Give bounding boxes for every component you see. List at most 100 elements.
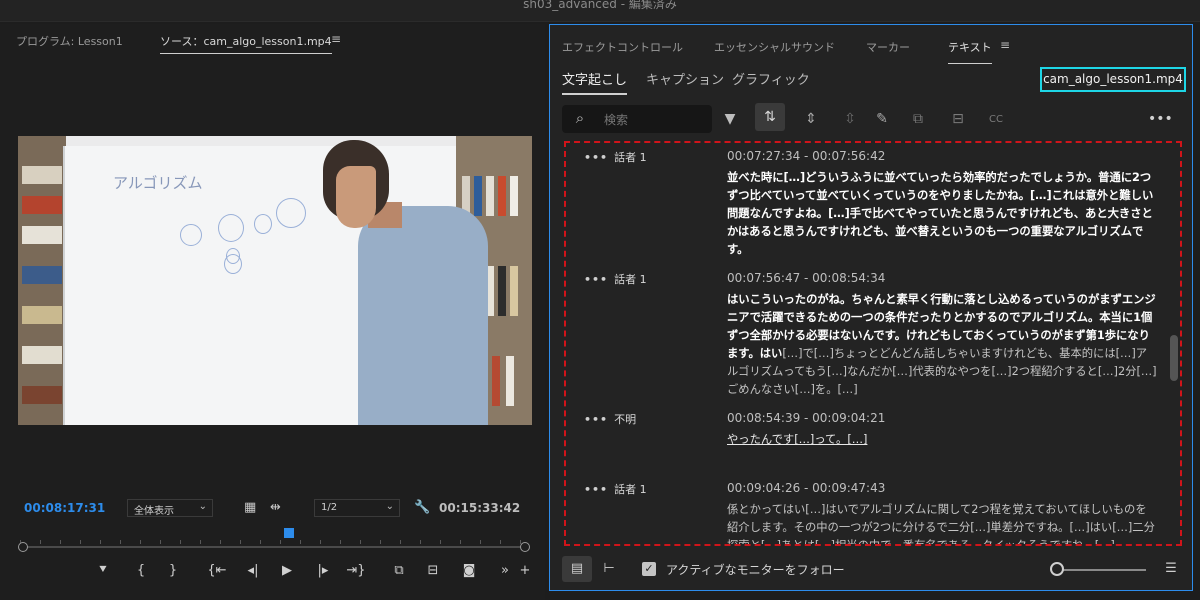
segment-time: 00:09:04:26 - 00:09:47:43 xyxy=(727,481,886,495)
segment-text[interactable]: 並べた時に[…]どういうふうに並べていったら効率的だったでしょうか。普通に2つず… xyxy=(727,169,1157,259)
segment-text-upcoming: […]で[…]ちょっとどんどん話しちゃいますけれども、基本的には[…]アルゴリズ… xyxy=(727,347,1157,396)
collapse-segments-icon[interactable]: ⇳ xyxy=(840,111,860,127)
add-button-icon[interactable]: + xyxy=(514,563,536,578)
source-monitor-panel: プログラム: Lesson1 ソース：cam_algo_lesson1.mp4 … xyxy=(0,24,545,600)
duration-timecode: 00:15:33:42 xyxy=(439,501,521,515)
whiteboard-circle xyxy=(218,214,244,242)
create-captions-icon[interactable]: CC xyxy=(986,114,1006,125)
speaker-name: 話者 1 xyxy=(614,151,647,164)
overwrite-icon[interactable]: ⊟ xyxy=(422,563,444,578)
insert-clip-icon[interactable]: ⧉ xyxy=(908,111,928,127)
play-icon[interactable]: ▶ xyxy=(276,563,298,578)
mark-in-icon[interactable]: { xyxy=(130,563,152,578)
text-panel-tabs: エフェクトコントロール エッセンシャルサウンド マーカー テキスト ≡ xyxy=(550,25,1192,64)
tab-essential-sound[interactable]: エッセンシャルサウンド xyxy=(714,39,835,55)
resolution-select[interactable]: 1/2 ⌄ xyxy=(314,499,400,517)
speaker-name: 不明 xyxy=(614,413,637,426)
in-point-handle[interactable] xyxy=(18,542,28,552)
window-titlebar: sh03_advanced - 編集済み xyxy=(0,0,1200,22)
whiteboard-circle xyxy=(224,254,242,274)
zoom-slider-knob[interactable] xyxy=(1050,562,1064,576)
whiteboard-circle xyxy=(254,214,272,234)
segment-text[interactable]: はいこういったのがね。ちゃんと素早く行動に落とし込めるっていうのがまずエンジニア… xyxy=(727,291,1157,399)
tab-source-monitor[interactable]: ソース：cam_algo_lesson1.mp4 xyxy=(160,33,332,54)
more-controls-icon[interactable]: » xyxy=(494,563,516,578)
whiteboard-writing: アルゴリズム xyxy=(113,174,203,192)
transcript-view-icon[interactable]: ▤ xyxy=(562,556,592,582)
step-forward-icon[interactable]: |▸ xyxy=(312,563,334,578)
camera-icon[interactable]: ◙ xyxy=(458,563,480,578)
follow-monitor-label: アクティブなモニターをフォロー xyxy=(666,563,845,577)
add-marker-icon[interactable]: ⯆ xyxy=(92,563,114,578)
video-person-shirt xyxy=(358,206,488,425)
step-back-icon[interactable]: ◂| xyxy=(242,563,264,578)
speaker-menu-icon[interactable]: ••• xyxy=(584,413,608,426)
go-to-out-icon[interactable]: ⇥} xyxy=(345,563,367,578)
tab-graphics[interactable]: グラフィック xyxy=(732,69,810,88)
search-icon: ⌕ xyxy=(575,109,585,127)
timeline-align-icon[interactable]: ⊢ xyxy=(594,556,624,582)
whiteboard-circle xyxy=(276,198,306,228)
resolution-value: 1/2 xyxy=(321,502,338,513)
time-ruler[interactable] xyxy=(20,534,528,544)
current-timecode[interactable]: 00:08:17:31 xyxy=(24,501,105,515)
tab-captions[interactable]: キャプション xyxy=(646,69,724,88)
speaker-label[interactable]: ••• 不明 xyxy=(584,411,636,427)
insert-icon[interactable]: ⧉ xyxy=(388,563,410,578)
tab-transcript[interactable]: 文字起こし xyxy=(562,69,628,95)
transcript-entry[interactable]: ••• 話者 1 00:07:27:34 - 00:07:56:42 並べた時に[… xyxy=(566,149,1180,259)
tab-effect-controls[interactable]: エフェクトコントロール xyxy=(562,39,683,55)
transcript-entry[interactable]: ••• 話者 1 00:07:56:47 - 00:08:54:34 はいこういっ… xyxy=(566,271,1180,396)
speaker-label[interactable]: ••• 話者 1 xyxy=(584,271,647,287)
more-options-icon[interactable]: ••• xyxy=(1148,111,1173,127)
zoom-fit-value: 全体表示 xyxy=(134,506,174,517)
overwrite-clip-icon[interactable]: ⊟ xyxy=(948,111,968,127)
scrollbar-thumb[interactable] xyxy=(1170,335,1178,381)
wrench-icon[interactable]: 🔧 xyxy=(414,500,430,515)
segment-text[interactable]: 係とかってはい[…]はいでアルゴリズムに関して2つ程を覚えておいてほしいものを紹… xyxy=(727,501,1157,544)
scrub-bar[interactable] xyxy=(22,546,526,548)
search-input[interactable]: ⌕ 検索 xyxy=(562,105,712,133)
mark-out-icon[interactable]: } xyxy=(162,563,184,578)
video-person-face xyxy=(336,166,376,228)
video-frame[interactable]: アルゴリズム xyxy=(18,136,532,425)
sync-scroll-icon[interactable]: ⇅ xyxy=(755,103,785,131)
playhead-marker[interactable] xyxy=(284,528,294,538)
pencil-icon[interactable]: ✎ xyxy=(872,111,892,127)
follow-monitor-checkbox[interactable]: ✓ xyxy=(642,562,656,576)
settings-frame-icon[interactable]: ▦ xyxy=(244,500,256,515)
window-title: sh03_advanced - 編集済み xyxy=(523,0,677,11)
speaker-name: 話者 1 xyxy=(614,273,647,286)
text-panel: エフェクトコントロール エッセンシャルサウンド マーカー テキスト ≡ 文字起こ… xyxy=(549,24,1193,591)
monitor-tab-row: プログラム: Lesson1 ソース：cam_algo_lesson1.mp4 … xyxy=(0,24,545,54)
transcript-entry[interactable]: ••• 話者 1 00:09:04:26 - 00:09:47:43 係とかっては… xyxy=(566,481,1180,544)
speaker-name: 話者 1 xyxy=(614,483,647,496)
whiteboard-circle xyxy=(180,224,202,246)
go-to-in-icon[interactable]: {⇤ xyxy=(206,563,228,578)
tab-markers[interactable]: マーカー xyxy=(866,39,910,55)
chevron-down-icon: ⌄ xyxy=(198,501,207,512)
speaker-label[interactable]: ••• 話者 1 xyxy=(584,149,647,165)
text-panel-footer: ▤ ⊢ ✓ アクティブなモニターをフォロー ☰ xyxy=(550,552,1192,590)
speaker-label[interactable]: ••• 話者 1 xyxy=(584,481,647,497)
out-point-handle[interactable] xyxy=(520,542,530,552)
speaker-menu-icon[interactable]: ••• xyxy=(584,483,608,496)
zoom-slider-track[interactable] xyxy=(1056,569,1146,571)
video-bookshelf-left xyxy=(18,136,66,425)
segment-time: 00:07:56:47 - 00:08:54:34 xyxy=(727,271,886,285)
drag-audio-video-icon[interactable]: ⇹ xyxy=(270,500,281,515)
settings-sliders-icon[interactable]: ☰ xyxy=(1156,556,1186,582)
tab-program-monitor[interactable]: プログラム: Lesson1 xyxy=(16,33,123,49)
transcript-list[interactable]: ••• 話者 1 00:07:27:34 - 00:07:56:42 並べた時に[… xyxy=(564,141,1182,546)
transcript-entry[interactable]: ••• 不明 00:08:54:39 - 00:09:04:21 やったんです[…… xyxy=(566,411,1180,461)
zoom-fit-select[interactable]: 全体表示 ⌄ xyxy=(127,499,213,517)
speaker-menu-icon[interactable]: ••• xyxy=(584,273,608,286)
tab-text[interactable]: テキスト xyxy=(948,39,992,64)
expand-segments-icon[interactable]: ⇕ xyxy=(801,111,821,127)
speaker-menu-icon[interactable]: ••• xyxy=(584,151,608,164)
panel-menu-icon[interactable]: ≡ xyxy=(331,32,341,46)
filter-icon[interactable]: ▼ xyxy=(720,111,740,127)
segment-text[interactable]: やったんです[…]って。[…] xyxy=(727,431,1157,449)
panel-menu-icon[interactable]: ≡ xyxy=(1000,38,1010,52)
transcript-toolbar: ⌕ 検索 ▼ ⇅ ⇕ ⇳ ✎ ⧉ ⊟ CC ••• xyxy=(550,103,1192,137)
